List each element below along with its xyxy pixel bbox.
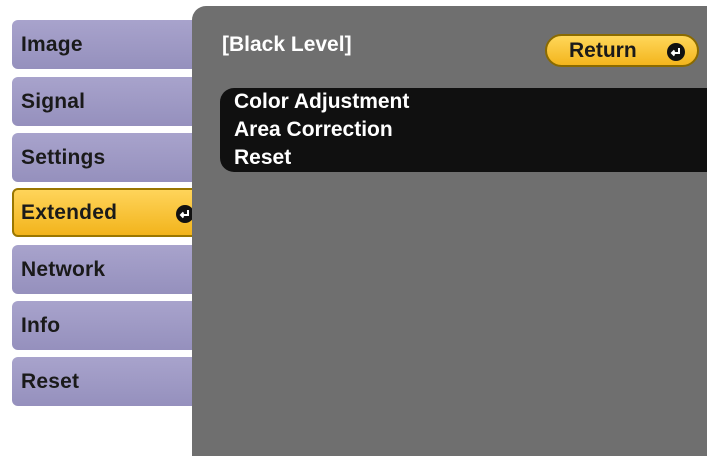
menu-item-settings[interactable]: Settings	[12, 133, 202, 182]
return-label: Return	[569, 38, 637, 62]
menu-item-label: Image	[21, 32, 83, 56]
option-label: Area Correction	[234, 118, 393, 141]
main-menu: Image Signal Settings Extended Network I…	[0, 0, 207, 456]
menu-item-network[interactable]: Network	[12, 245, 202, 294]
option-label: Color Adjustment	[234, 90, 410, 113]
menu-item-label: Reset	[21, 369, 80, 393]
submenu-panel: [Black Level] Return Color Adjustment Ar…	[192, 6, 707, 456]
menu-item-label: Network	[21, 257, 106, 281]
return-button[interactable]: Return	[545, 34, 699, 67]
menu-item-info[interactable]: Info	[12, 301, 202, 350]
option-label: Reset	[234, 146, 292, 169]
menu-item-signal[interactable]: Signal	[12, 77, 202, 126]
menu-item-label: Settings	[21, 145, 106, 169]
menu-item-label: Info	[21, 313, 61, 337]
option-color-adjustment[interactable]: Color Adjustment	[220, 88, 707, 116]
menu-item-label: Signal	[21, 89, 86, 113]
option-reset[interactable]: Reset	[220, 144, 707, 172]
menu-item-image[interactable]: Image	[12, 20, 202, 69]
panel-title: [Black Level]	[222, 33, 352, 56]
option-area-correction[interactable]: Area Correction	[220, 116, 707, 144]
menu-item-extended[interactable]: Extended	[12, 188, 206, 237]
menu-item-reset[interactable]: Reset	[12, 357, 202, 406]
enter-icon	[667, 43, 685, 61]
menu-item-label: Extended	[21, 200, 118, 224]
